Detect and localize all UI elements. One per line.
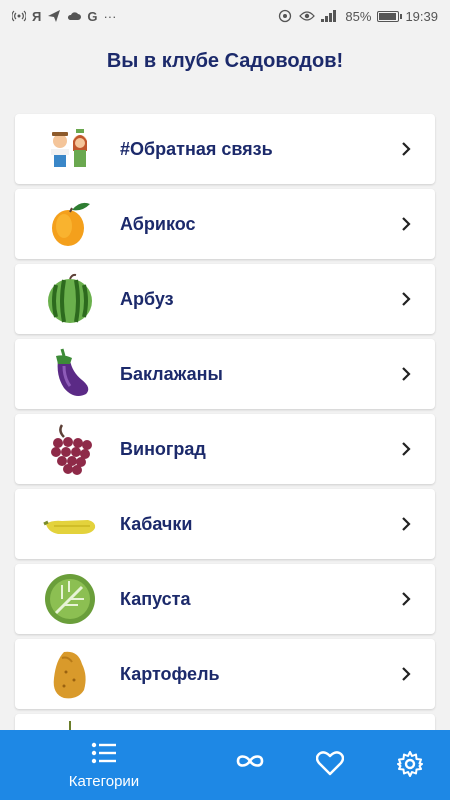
apricot-icon xyxy=(40,194,100,254)
list-item-potato[interactable]: Картофель xyxy=(15,639,435,709)
status-left: Я G ··· xyxy=(12,9,116,24)
list-item-cabbage[interactable]: Капуста xyxy=(15,564,435,634)
wifi-hotspot-icon xyxy=(12,9,26,23)
paper-plane-icon xyxy=(47,9,61,23)
list-item-eggplant[interactable]: Баклажаны xyxy=(15,339,435,409)
grapes-icon xyxy=(40,419,100,479)
gear-icon xyxy=(397,751,423,782)
list-item-label: Картофель xyxy=(120,663,220,684)
chevron-right-icon xyxy=(399,592,413,606)
chevron-right-icon xyxy=(399,442,413,456)
more-icon: ··· xyxy=(103,8,117,24)
eggplant-icon xyxy=(40,344,100,404)
page-title: Вы в клубе Садоводов! xyxy=(106,50,344,72)
chevron-right-icon xyxy=(399,292,413,306)
list-item-grapes[interactable]: Виноград xyxy=(15,414,435,484)
chevron-right-icon xyxy=(399,667,413,681)
nav-categories-label: Категории xyxy=(68,773,140,790)
nav-infinity[interactable] xyxy=(232,752,268,775)
category-list: #Обратная связь Абрикос Арбуз Баклажаны … xyxy=(15,114,435,789)
list-item-label: Виноград xyxy=(120,438,206,459)
cabbage-icon xyxy=(40,569,100,629)
battery-fill xyxy=(379,12,397,20)
chevron-right-icon xyxy=(399,367,413,381)
watermelon-icon xyxy=(40,269,100,329)
list-item-label: Капуста xyxy=(120,588,191,609)
list-item-label: Кабачки xyxy=(120,513,193,534)
status-right: 85% 19:39 xyxy=(277,9,438,24)
battery-icon xyxy=(377,10,403,22)
infinity-icon xyxy=(233,752,267,775)
chevron-right-icon xyxy=(399,517,413,531)
list-item-label: Баклажаны xyxy=(120,363,223,384)
cloud-icon xyxy=(67,10,82,22)
chevron-right-icon xyxy=(399,142,413,156)
zucchini-icon xyxy=(40,494,100,554)
list-item-label: #Обратная связь xyxy=(120,138,273,159)
list-item-zucchini[interactable]: Кабачки xyxy=(15,489,435,559)
nfc-icon xyxy=(277,9,293,23)
list-icon xyxy=(91,742,117,769)
nav-categories[interactable]: Категории xyxy=(58,742,150,790)
list-item-feedback[interactable]: #Обратная связь xyxy=(15,114,435,184)
google-icon: G xyxy=(87,8,98,24)
heart-icon xyxy=(315,750,345,781)
eye-icon xyxy=(299,10,316,22)
chevron-right-icon xyxy=(399,217,413,231)
battery-percent: 85% xyxy=(345,8,372,24)
list-item-label: Арбуз xyxy=(120,288,174,309)
list-item-label: Абрикос xyxy=(120,213,196,234)
potato-icon xyxy=(40,644,100,704)
signal-icon xyxy=(321,10,339,22)
bottom-nav: Категории xyxy=(0,730,450,800)
yandex-icon: Я xyxy=(32,8,42,24)
list-item-apricot[interactable]: Абрикос xyxy=(15,189,435,259)
gardeners-icon xyxy=(40,119,100,179)
list-item-watermelon[interactable]: Арбуз xyxy=(15,264,435,334)
nav-settings[interactable] xyxy=(395,751,425,782)
status-bar: Я G ··· 85% 19:39 xyxy=(0,0,450,32)
clock: 19:39 xyxy=(405,8,438,24)
nav-favorites[interactable] xyxy=(315,750,345,781)
